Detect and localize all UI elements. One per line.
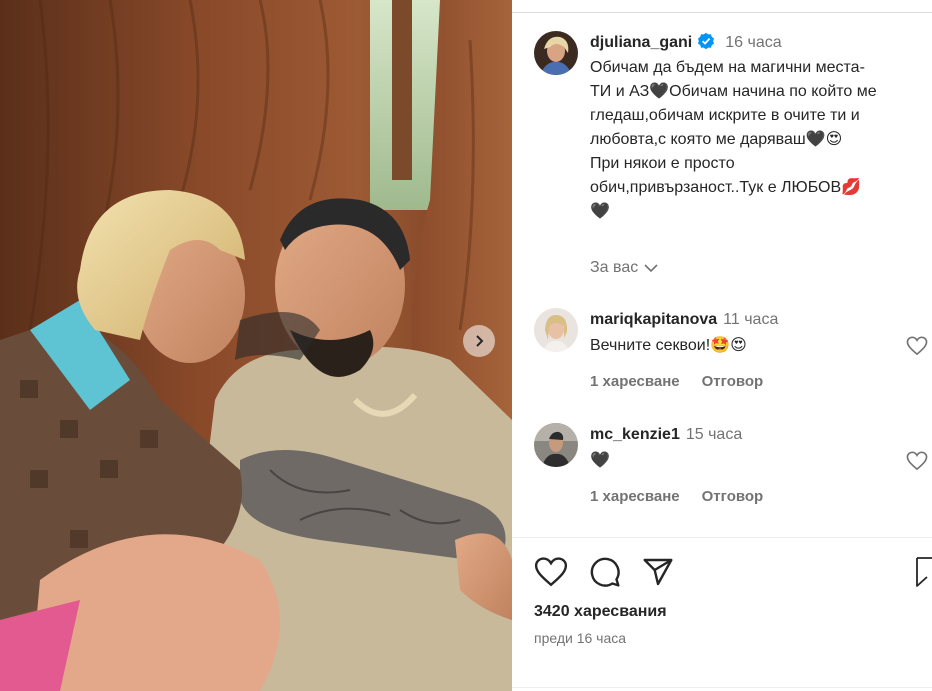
- divider: [512, 687, 932, 688]
- post-caption: Обичам да бъдем на магични места- ТИ и А…: [590, 56, 930, 224]
- comment-meta: 1 харесване Отговор: [590, 488, 763, 505]
- posted-time[interactable]: преди 16 часа: [534, 630, 626, 646]
- post-photo-image: [0, 0, 512, 691]
- share-button[interactable]: [642, 556, 674, 593]
- comment-text: Вечните секвои!🤩😍: [590, 337, 747, 354]
- caption-line: обич,привързаност..Тук е ЛЮБОВ💋: [590, 179, 862, 196]
- post-side-panel: djuliana_gani 16 часа Обичам да бъдем на …: [512, 0, 932, 691]
- caption-line: ТИ и АЗ🖤Обичам начина по който ме: [590, 83, 877, 100]
- commenter-avatar-image: [534, 423, 578, 467]
- chevron-right-icon: [476, 335, 484, 347]
- like-button[interactable]: [534, 556, 568, 593]
- commenter-avatar[interactable]: [534, 423, 578, 467]
- paper-plane-icon: [643, 558, 673, 586]
- post-time[interactable]: 16 часа: [725, 34, 781, 51]
- post-photo[interactable]: [0, 0, 512, 691]
- comment-time[interactable]: 15 часа: [686, 426, 742, 443]
- comment-reply-button[interactable]: Отговор: [702, 488, 764, 505]
- commenter-avatar[interactable]: [534, 308, 578, 352]
- chevron-down-icon: [644, 264, 658, 273]
- instagram-post-view: djuliana_gani 16 часа Обичам да бъдем на …: [0, 0, 932, 691]
- translation-label: За вас: [590, 259, 639, 276]
- caption-line: При някои е просто: [590, 155, 735, 172]
- caption-line: Обичам да бъдем на магични места-: [590, 59, 865, 76]
- post-action-bar: [534, 556, 674, 593]
- caption-line: любовта,с която ме даряваш🖤😍: [590, 131, 843, 148]
- speech-bubble-icon: [590, 557, 620, 587]
- heart-outline-icon: [534, 557, 568, 587]
- comment-username[interactable]: mariqkapitanova: [590, 311, 717, 328]
- divider: [512, 12, 932, 13]
- post-caption-block: djuliana_gani 16 часа Обичам да бъдем на …: [590, 32, 930, 224]
- heart-outline-icon: [906, 336, 928, 356]
- author-username[interactable]: djuliana_gani: [590, 34, 692, 51]
- comment-likes-count[interactable]: 1 харесване: [590, 488, 680, 505]
- next-photo-button[interactable]: [463, 325, 495, 357]
- comment-button[interactable]: [589, 556, 621, 593]
- verified-badge-icon: [697, 32, 715, 55]
- comment-likes-count[interactable]: 1 харесване: [590, 373, 680, 390]
- comment-reply-button[interactable]: Отговор: [702, 373, 764, 390]
- comment-username[interactable]: mc_kenzie1: [590, 426, 680, 443]
- translation-toggle[interactable]: За вас: [590, 259, 658, 277]
- likes-count[interactable]: 3420 харесвания: [534, 603, 667, 621]
- comment-like-button[interactable]: [906, 336, 928, 361]
- heart-outline-icon: [906, 451, 928, 471]
- caption-line: гледаш,обичам искрите в очите ти и: [590, 107, 860, 124]
- bookmark-icon: [916, 557, 932, 587]
- save-button[interactable]: [915, 556, 932, 593]
- author-avatar-image: [534, 31, 578, 75]
- comment-meta: 1 харесване Отговор: [590, 373, 763, 390]
- comment-time[interactable]: 11 часа: [723, 311, 778, 328]
- commenter-avatar-image: [534, 308, 578, 352]
- divider: [512, 537, 932, 538]
- comment-like-button[interactable]: [906, 451, 928, 476]
- comment-text: 🖤: [590, 452, 610, 469]
- author-avatar[interactable]: [534, 31, 578, 75]
- caption-line: 🖤: [590, 203, 610, 220]
